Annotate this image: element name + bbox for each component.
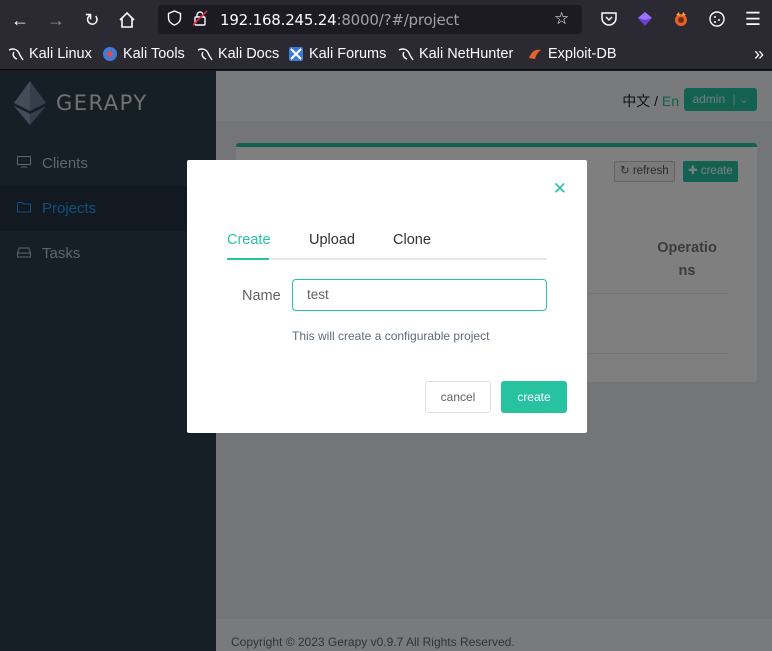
exploit-db-icon (529, 49, 541, 59)
url-host: 192.168.245.24 (220, 11, 337, 29)
back-icon[interactable]: ← (6, 6, 34, 34)
bookmark-kali-tools[interactable]: Kali Tools (102, 46, 185, 62)
url-path: :8000/?#/project (336, 11, 460, 29)
dialog-tabs: Create Upload Clone (227, 228, 547, 260)
bookmark-kali-linux[interactable]: Kali Linux (8, 46, 92, 62)
star-icon[interactable]: ☆ (554, 9, 569, 29)
tab-clone[interactable]: Clone (393, 232, 431, 248)
bookmark-label: Kali Docs (218, 46, 280, 62)
bookmark-kali-forums[interactable]: Kali Forums (288, 46, 386, 62)
cookie-icon[interactable] (706, 8, 728, 30)
bookmark-kali-nethunter[interactable]: Kali NetHunter (398, 46, 513, 62)
bookmark-label: Kali Tools (123, 46, 185, 62)
cancel-button[interactable]: cancel (425, 381, 491, 413)
bookmark-label: Exploit-DB (548, 46, 617, 62)
shield-icon[interactable] (167, 10, 182, 30)
browser-toolbar: ← → ↻ 192.168.245.24:8000/?#/project ☆ ☰ (0, 0, 772, 39)
extension-fox-icon[interactable] (670, 8, 692, 30)
bookmark-label: Kali Linux (29, 46, 92, 62)
bookmark-exploit-db[interactable]: Exploit-DB (527, 46, 617, 62)
kali-dragon-icon (8, 48, 24, 61)
pocket-icon[interactable] (598, 8, 620, 30)
reload-icon[interactable]: ↻ (78, 6, 106, 34)
home-icon[interactable] (113, 6, 141, 34)
url-bar[interactable]: 192.168.245.24:8000/?#/project ☆ (158, 5, 582, 34)
insecure-lock-icon[interactable] (192, 10, 208, 30)
close-icon[interactable]: ✕ (553, 180, 567, 197)
bookmark-kali-docs[interactable]: Kali Docs (197, 46, 279, 62)
kali-dragon-icon (398, 48, 414, 61)
bookmark-label: Kali Forums (309, 46, 387, 62)
create-project-dialog: ✕ Create Upload Clone Name test This wil… (187, 160, 587, 433)
extension-purple-icon[interactable] (634, 8, 656, 30)
kali-forums-icon (289, 47, 303, 61)
name-label: Name (242, 288, 281, 304)
kali-tools-icon (103, 47, 117, 61)
bookmark-label: Kali NetHunter (419, 46, 514, 62)
hint-text: This will create a configurable project (292, 329, 490, 343)
tab-create[interactable]: Create (227, 232, 271, 248)
chevron-double-right-icon[interactable]: » (754, 44, 764, 65)
tab-upload[interactable]: Upload (309, 232, 355, 248)
bookmarks-toolbar: Kali Linux Kali Tools Kali Docs Kali For… (0, 39, 772, 70)
gerapy-page: GERAPY Clients Projects Tasks 中文 / En (0, 71, 772, 651)
kali-dragon-icon (197, 48, 213, 61)
project-name-input[interactable]: test (292, 279, 547, 311)
active-tab-indicator (227, 258, 269, 260)
menu-hamburger-icon[interactable]: ☰ (742, 8, 764, 30)
url-text: 192.168.245.24:8000/?#/project (220, 11, 459, 29)
create-button[interactable]: create (501, 381, 567, 413)
forward-icon[interactable]: → (42, 6, 70, 34)
